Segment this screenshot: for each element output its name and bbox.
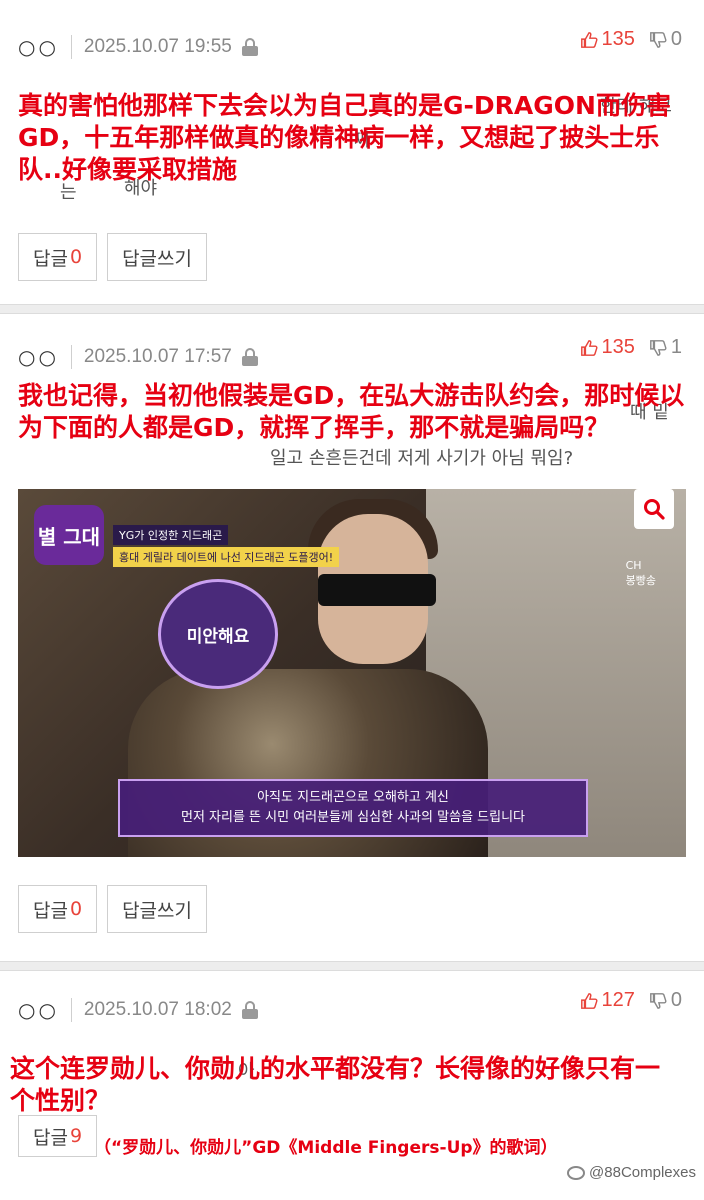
thumbs-up-icon xyxy=(580,992,598,1009)
reply-count-button[interactable]: 답글 9 xyxy=(18,1115,98,1157)
reply-label: 답글 xyxy=(33,247,68,270)
lock-icon xyxy=(241,1001,258,1019)
zoom-button[interactable] xyxy=(634,489,674,529)
thumbs-down-icon xyxy=(649,339,667,356)
upvote-button[interactable]: 135 xyxy=(580,28,635,51)
lock-icon xyxy=(241,348,258,366)
reply-count: 0 xyxy=(69,898,83,920)
speech-bubble: 미안해요 xyxy=(158,579,278,689)
channel-sub-label: 봉빵송 xyxy=(625,574,656,587)
reply-count: 9 xyxy=(69,1125,83,1147)
comment-actions: 답글 0 답글쓰기 xyxy=(18,885,207,933)
comment-meta: ○○ 2025.10.07 18:02 xyxy=(18,995,258,1025)
video-caption-sub: 홍대 게릴라 데이트에 나선 지드래곤 도플갱어! xyxy=(113,547,340,567)
write-reply-button[interactable]: 답글쓰기 xyxy=(107,233,207,281)
show-logo: 별 그대 xyxy=(34,505,104,565)
downvote-button[interactable]: 1 xyxy=(649,336,682,359)
vote-bar: 135 0 xyxy=(580,28,682,51)
search-icon xyxy=(644,499,665,520)
comment-actions: 답글 0 답글쓰기 xyxy=(18,233,207,281)
lock-icon xyxy=(241,38,258,56)
vote-bar: 127 0 xyxy=(580,989,682,1012)
divider xyxy=(70,35,72,59)
thumbs-up-icon xyxy=(580,31,598,48)
comment-author: ○○ xyxy=(18,998,59,1022)
upvote-button[interactable]: 127 xyxy=(580,989,635,1012)
watermark-text: @88Complexes xyxy=(589,1164,696,1181)
weibo-watermark: @88Complexes xyxy=(567,1164,696,1181)
vote-bar: 135 1 xyxy=(580,336,682,359)
divider xyxy=(70,998,72,1022)
subtitle-line: 먼저 자리를 뜬 시민 여러분들께 심심한 사과의 말씀을 드립니다 xyxy=(180,810,526,825)
video-caption-top: YG가 인정한 지드래곤 xyxy=(113,525,229,545)
thumbs-up-icon xyxy=(580,339,598,356)
downvote-count: 0 xyxy=(670,28,682,50)
subtitle-line: 아직도 지드래곤으로 오해하고 계신 xyxy=(257,790,449,805)
divider xyxy=(70,345,72,369)
comment-author: ○○ xyxy=(18,35,59,59)
original-text-fragment: 일고 손흔든건데 저게 사기가 아님 뭐임? xyxy=(270,448,574,469)
downvote-count: 1 xyxy=(670,336,682,358)
comment-date: 2025.10.07 19:55 xyxy=(83,36,232,57)
comment-date: 2025.10.07 17:57 xyxy=(83,346,232,367)
video-subtitle: 아직도 지드래곤으로 오해하고 계신 먼저 자리를 뜬 시민 여러분들께 심심한… xyxy=(118,779,588,837)
upvote-count: 135 xyxy=(601,28,635,50)
channel-mark: CH 봉빵송 xyxy=(626,559,656,588)
reply-count: 0 xyxy=(69,246,83,268)
thumbs-down-icon xyxy=(649,992,667,1009)
downvote-count: 0 xyxy=(670,989,682,1011)
translation-overlay: 我也记得，当初他假装是GD，在弘大游击队约会，那时候以为下面的人都是GD，就挥了… xyxy=(18,381,685,442)
downvote-button[interactable]: 0 xyxy=(649,989,682,1012)
reply-count-button[interactable]: 답글 0 xyxy=(18,885,98,933)
downvote-button[interactable]: 0 xyxy=(649,28,682,51)
comment-actions: 답글 9 xyxy=(18,1115,98,1157)
upvote-button[interactable]: 135 xyxy=(580,336,635,359)
comment-date: 2025.10.07 18:02 xyxy=(83,999,232,1020)
video-thumbnail[interactable]: 별 그대 YG가 인정한 지드래곤 홍대 게릴라 데이트에 나선 지드래곤 도플… xyxy=(18,489,686,857)
comment-author: ○○ xyxy=(18,345,59,369)
translation-overlay: 这个连罗勋儿、你勋儿的水平都没有？长得像的好像只有一个性别？ xyxy=(10,1054,661,1115)
comment-meta: ○○ 2025.10.07 19:55 xyxy=(18,32,258,62)
reply-label: 답글 xyxy=(33,1126,68,1149)
reply-count-button[interactable]: 답글 0 xyxy=(18,233,98,281)
sunglasses xyxy=(318,574,436,606)
weibo-icon xyxy=(567,1165,586,1180)
translation-overlay: 真的害怕他那样下去会以为自己真的是G-DRAGON而伤害GD，十五年那样做真的像… xyxy=(18,91,671,184)
upvote-count: 135 xyxy=(601,336,635,358)
comment-card: ○○ 2025.10.07 19:55 135 0 한테 해코 짜 는 해야 真… xyxy=(0,0,704,304)
comment-meta: ○○ 2025.10.07 17:57 xyxy=(18,342,258,372)
comment-separator xyxy=(0,961,704,971)
comment-separator xyxy=(0,304,704,314)
lyrics-note: （“罗勋儿、你勋儿”GD《Middle Fingers-Up》的歌词） xyxy=(94,1138,558,1158)
comment-card: ○○ 2025.10.07 17:57 135 1 때 밑 일고 손흔든건데 저… xyxy=(0,314,704,961)
write-reply-button[interactable]: 답글쓰기 xyxy=(107,885,207,933)
channel-label: CH xyxy=(625,559,642,572)
upvote-count: 127 xyxy=(601,989,635,1011)
reply-label: 답글 xyxy=(33,899,68,922)
thumbs-down-icon xyxy=(649,31,667,48)
